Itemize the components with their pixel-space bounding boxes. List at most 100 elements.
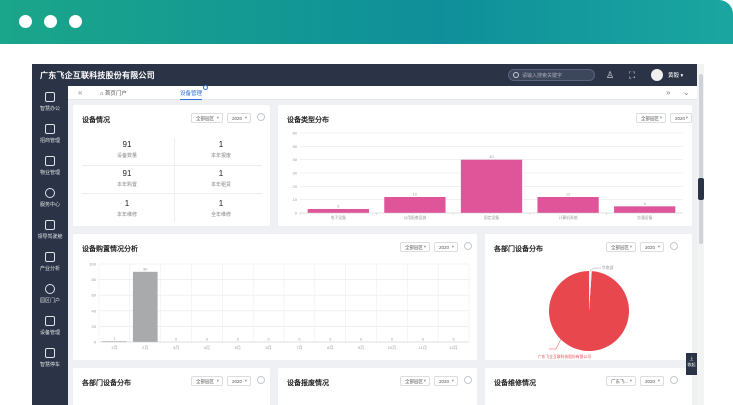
sidebar-item-portal[interactable]: 园区门户 — [32, 284, 68, 314]
refresh-icon[interactable] — [670, 376, 678, 384]
refresh-icon[interactable] — [464, 242, 472, 250]
sidebar-item-label: 服务中心 — [39, 202, 60, 208]
y-tick-label: 0 — [295, 211, 298, 216]
refresh-icon[interactable] — [670, 242, 678, 250]
y-tick-label: 100 — [89, 262, 96, 267]
refresh-icon[interactable] — [257, 376, 265, 384]
avatar[interactable] — [651, 69, 663, 81]
data-label: 5 — [644, 201, 647, 206]
refresh-icon[interactable] — [257, 113, 265, 121]
y-tick-label: 40 — [293, 157, 298, 162]
sidebar-item-service[interactable]: 服务中心 — [32, 188, 68, 218]
side-toolbar-tab[interactable] — [698, 178, 704, 200]
x-tick-label: 11月 — [419, 345, 427, 350]
sidebar-item-investment[interactable]: 招商管理 — [32, 124, 68, 154]
sidebar-item-cockpit[interactable]: 领导驾驶舱 — [32, 220, 68, 250]
stat-lease-year: 1 本年租赁 — [210, 169, 231, 188]
tab-home[interactable]: ⌂ 首页门户 — [100, 89, 127, 97]
tab-active-label: 设备管理 — [180, 91, 203, 97]
year-select[interactable]: 2020 ▾ — [227, 113, 251, 123]
sidebar-item-parking[interactable]: 智慧停车 — [32, 348, 68, 378]
park-select[interactable]: 全部园区 ▾ — [191, 113, 223, 123]
repair-card: 设备维修情况 广东飞... ▾ 2020 ▾ — [485, 368, 692, 405]
stat-device-count: 91 设备数量 — [116, 140, 137, 159]
stat-purchase-year: 91 本年购置 — [116, 169, 137, 188]
x-tick-label: 4月 — [204, 345, 210, 350]
investment-icon — [45, 124, 55, 134]
bar — [132, 271, 158, 342]
bar — [614, 206, 676, 213]
title-bar: 广东飞企互联科技股份有限公司 请输入搜索关键字 ♙ ⛶ 黄毅 ▾ — [32, 64, 704, 86]
year-select[interactable]: 2020 ▾ — [434, 242, 458, 252]
shirt-icon[interactable]: ♙ — [604, 69, 616, 81]
card-title: 各部门设备分布 — [82, 380, 131, 387]
tab-close-icon[interactable] — [203, 85, 209, 90]
bar — [384, 197, 446, 213]
stat-repair-year: 1 本年维修 — [116, 199, 137, 218]
data-label: 12 — [566, 192, 571, 197]
property-icon — [45, 156, 55, 166]
card-title: 设备类型分布 — [287, 117, 329, 124]
pie-label: 广东飞企互联科技股份有限公司 — [538, 354, 591, 359]
tab-home-label: 首页门户 — [104, 91, 127, 97]
park-select[interactable]: 全部园区 ▾ — [400, 242, 430, 252]
scrollbar-thumb[interactable] — [699, 74, 703, 244]
park-select[interactable]: 全部园区 ▾ — [606, 242, 636, 252]
data-label: 90 — [143, 267, 147, 271]
fullscreen-icon[interactable]: ⛶ — [626, 69, 638, 81]
data-label: 0 — [329, 338, 331, 342]
data-label: 0 — [175, 338, 177, 342]
window-header-band — [0, 0, 733, 44]
x-tick-label: 3月 — [173, 345, 179, 350]
x-tick-label: 5月 — [235, 345, 241, 350]
dept-select[interactable]: 广东飞... ▾ — [606, 376, 636, 386]
refresh-icon[interactable] — [464, 376, 472, 384]
brand-name: 广东飞企互联科技股份有限公司 — [40, 71, 155, 80]
collapse-tab[interactable]: 上 收起 — [686, 353, 697, 375]
search-icon — [513, 72, 519, 78]
bar — [537, 197, 599, 213]
sidebar-item-device[interactable]: 设备管理 — [32, 316, 68, 346]
tab-menu-icon[interactable]: ⌄ — [683, 88, 690, 97]
collapse-tab-label: 上 收起 — [687, 356, 696, 367]
x-tick-label: 公用配套设施 — [404, 215, 427, 220]
sidebar-item-industry[interactable]: 产业分析 — [32, 252, 68, 282]
data-label: 0 — [453, 338, 455, 342]
park-select[interactable]: 全部园区 ▾ — [636, 113, 666, 123]
year-select[interactable]: 2020 ▾ — [640, 376, 664, 386]
window-dot-icon — [69, 15, 82, 28]
sidebar-item-label: 智慧办公 — [39, 106, 60, 112]
x-tick-label: 8月 — [327, 345, 333, 350]
y-tick-label: 20 — [92, 324, 97, 329]
year-select[interactable]: 2020 ▾ — [434, 376, 458, 386]
year-select[interactable]: 2020 ▾ — [670, 113, 692, 123]
tab-device-management[interactable]: 设备管理 — [180, 85, 209, 100]
sidebar-item-label: 产业分析 — [39, 266, 60, 272]
y-tick-label: 0 — [94, 340, 97, 345]
y-tick-label: 50 — [293, 144, 298, 149]
data-label: 0 — [422, 338, 424, 342]
x-tick-label: 6月 — [265, 345, 271, 350]
search-input[interactable]: 请输入搜索关键字 — [508, 69, 595, 81]
x-tick-label: 1月 — [111, 345, 117, 350]
stat-scrap-year: 1 本年报废 — [210, 140, 231, 159]
collapse-icon[interactable]: « — [78, 88, 82, 97]
dept-distribution-card: 各部门设备分布 全部园区 ▾ 2020 ▾ 华南部 广东飞企互联科技股份有限公司 — [485, 234, 692, 360]
service-icon — [45, 188, 55, 198]
sidebar-item-label: 物业管理 — [39, 170, 60, 176]
data-label: 1 — [113, 337, 115, 341]
park-select[interactable]: 全部园区 ▾ — [191, 376, 223, 386]
x-tick-label: 固定设备 — [484, 215, 499, 220]
park-select[interactable]: 全部园区 ▾ — [400, 376, 430, 386]
data-label: 0 — [268, 338, 270, 342]
year-select[interactable]: 2020 ▾ — [640, 242, 664, 252]
year-select[interactable]: 2020 ▾ — [227, 376, 251, 386]
sidebar-item-office[interactable]: 智慧办公 — [32, 92, 68, 122]
x-tick-label: 2月 — [142, 345, 148, 350]
user-name[interactable]: 黄毅 ▾ — [668, 71, 683, 79]
x-tick-label: 9月 — [358, 345, 364, 350]
sidebar-item-property[interactable]: 物业管理 — [32, 156, 68, 186]
scroll-right-icon[interactable]: » — [666, 88, 670, 97]
y-tick-label: 30 — [293, 171, 298, 176]
window-dot-icon — [19, 15, 32, 28]
